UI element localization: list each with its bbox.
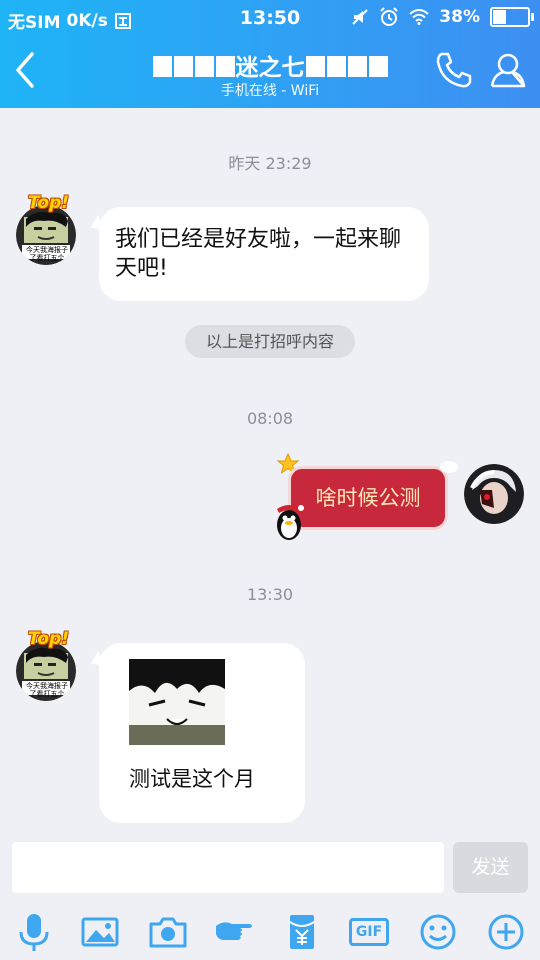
snow-decoration-icon — [440, 461, 458, 473]
phone-call-icon[interactable] — [434, 50, 474, 90]
message-text: 测试是这个月 — [129, 767, 255, 791]
system-notice: 以上是打招呼内容 — [185, 325, 355, 358]
red-packet-icon[interactable] — [282, 912, 322, 952]
microphone-icon[interactable] — [14, 912, 54, 952]
incoming-message[interactable]: 测试是这个月 — [87, 643, 305, 823]
wifi-icon — [409, 9, 429, 25]
avatar-caption: 今天我海报子 了看打五个 — [26, 682, 68, 698]
my-avatar[interactable] — [464, 464, 524, 524]
status-bar: 无SIM 0K/s 13:50 38% — [0, 0, 540, 36]
input-toolbar: GIF — [0, 906, 540, 956]
outgoing-message[interactable]: 啥时候公测 — [288, 466, 448, 530]
gif-label: GIF — [348, 918, 390, 946]
alarm-icon — [380, 7, 399, 26]
message-text: 啥时候公测 — [315, 486, 421, 510]
image-icon[interactable] — [80, 912, 120, 952]
avatar-image — [464, 464, 524, 524]
top-bar: 无SIM 0K/s 13:50 38% 迷之七 手机在线 - WiFi — [0, 0, 540, 108]
profile-icon[interactable] — [488, 50, 528, 90]
sticker-image[interactable] — [129, 659, 225, 745]
plus-icon[interactable] — [486, 912, 526, 952]
battery-percent: 38% — [439, 7, 480, 27]
timestamp: 08:08 — [246, 409, 294, 428]
top-badge: Top! — [28, 629, 70, 649]
emoji-icon[interactable] — [418, 912, 458, 952]
penguin-icon — [277, 505, 304, 540]
poke-hand-icon[interactable] — [214, 912, 254, 952]
timestamp: 昨天 23:29 — [228, 154, 312, 173]
send-button[interactable]: 发送 — [453, 842, 528, 893]
top-badge: Top! — [28, 193, 70, 213]
gif-icon[interactable]: GIF — [348, 912, 390, 952]
chat-header: 迷之七 手机在线 - WiFi — [0, 36, 540, 108]
message-text: 我们已经是好友啦，一起来聊天吧! — [115, 227, 402, 281]
incoming-message[interactable]: 我们已经是好友啦，一起来聊天吧! — [87, 207, 429, 301]
input-area: 发送 GIF — [0, 834, 540, 960]
contact-name-text: 迷之七 — [235, 55, 305, 81]
camera-icon[interactable] — [148, 912, 188, 952]
message-input[interactable] — [12, 842, 444, 893]
battery-icon — [490, 7, 534, 27]
mute-icon — [352, 9, 369, 25]
timestamp: 13:30 — [246, 585, 294, 604]
avatar-caption: 今天我海报子 了看打五个 — [26, 246, 68, 262]
